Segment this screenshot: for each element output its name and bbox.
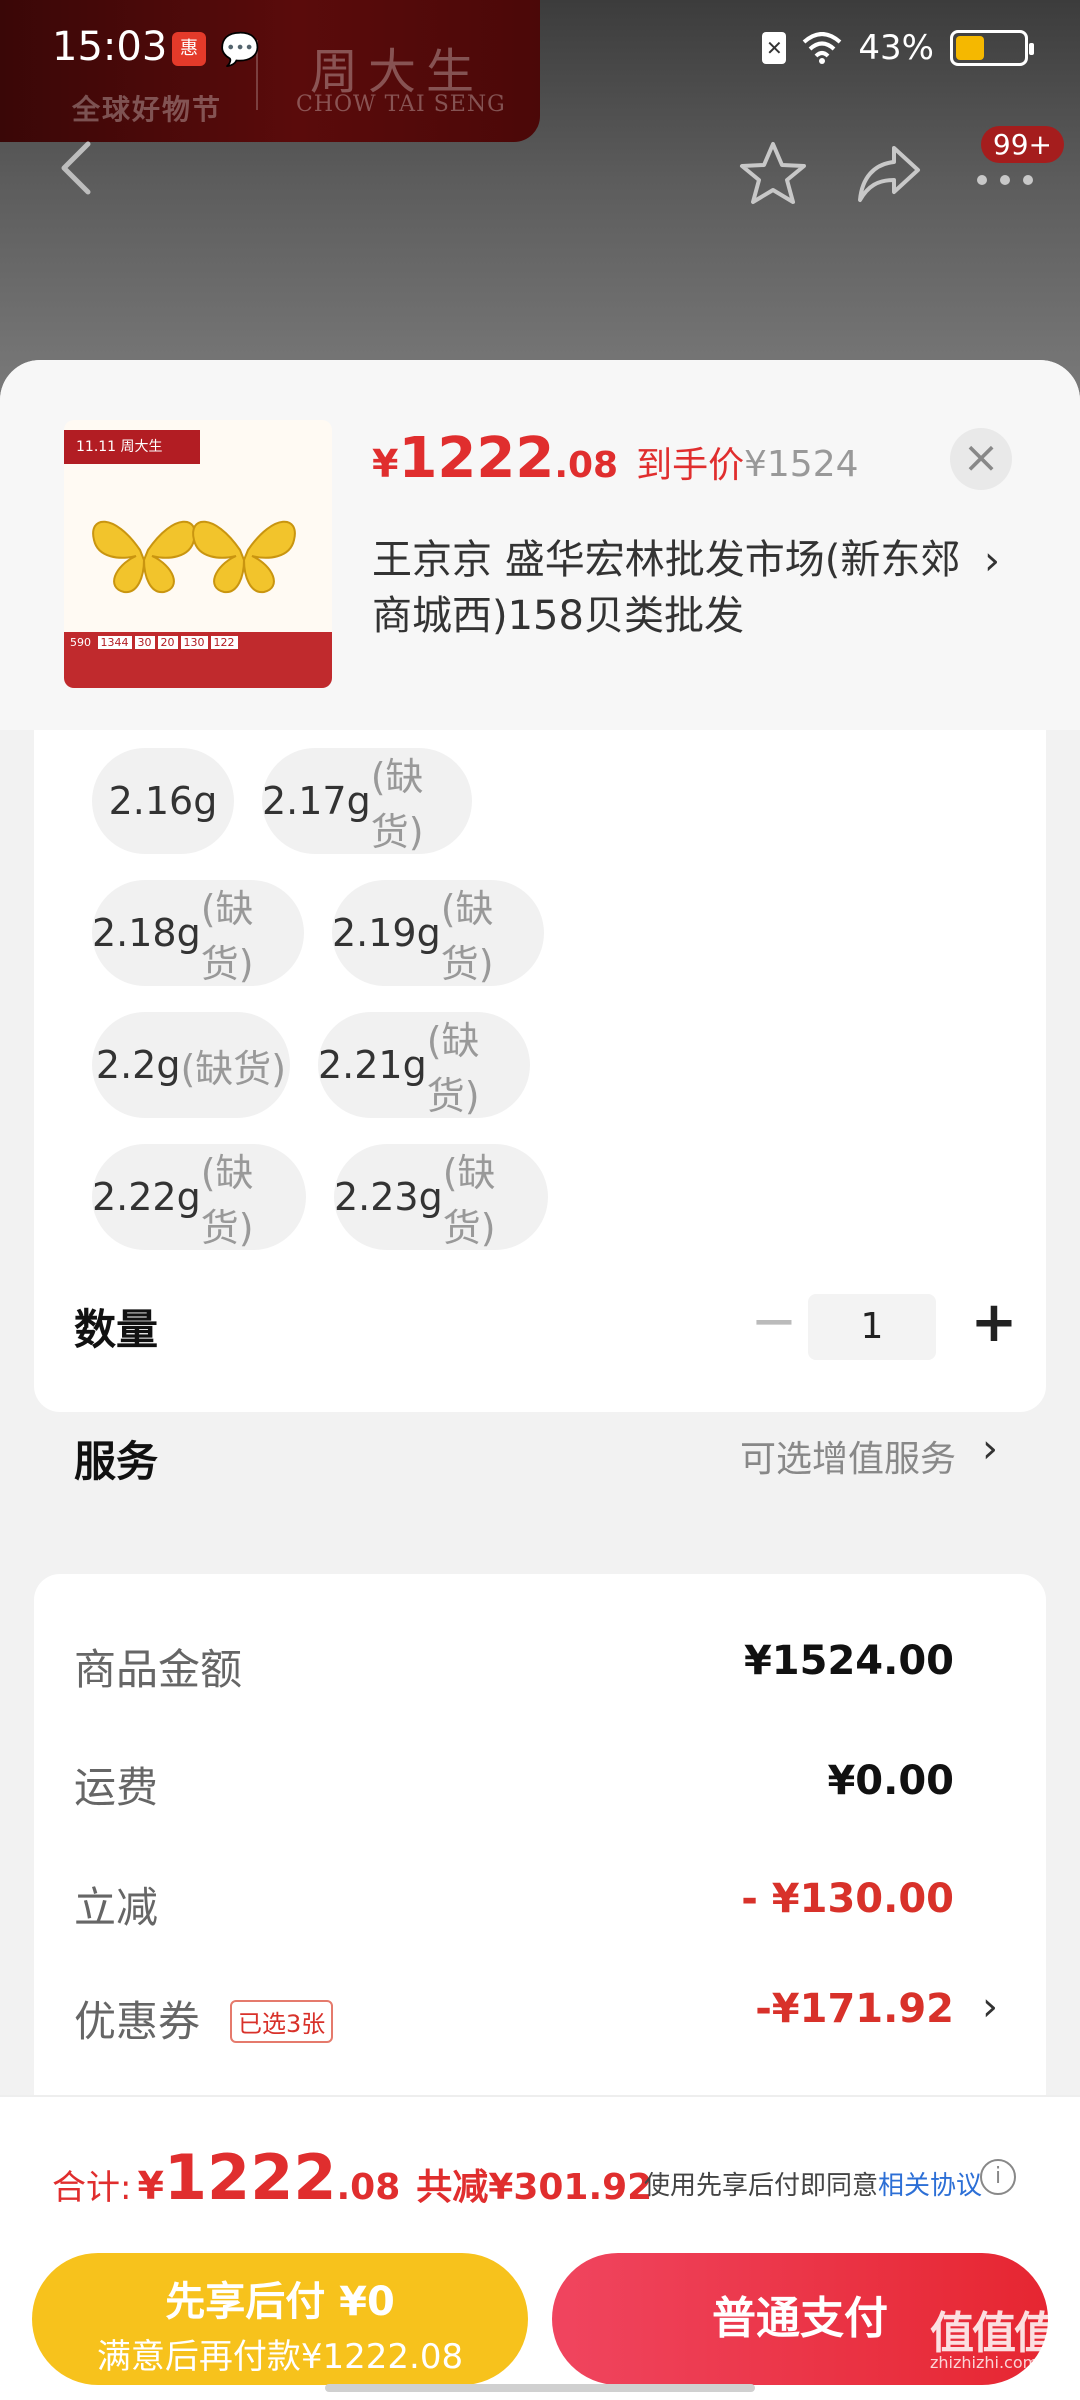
spec-chip[interactable]: 2.17g (缺货) — [262, 748, 472, 854]
spec-chip[interactable]: 2.18g (缺货) — [92, 880, 304, 986]
quantity-label: 数量 — [74, 1305, 159, 1354]
agreement-text: 使用先享后付即同意相关协议 — [644, 2165, 982, 2202]
coupon-value[interactable]: -¥171.92 — [755, 1986, 954, 2032]
coupon-label: 优惠券 — [74, 1997, 201, 2046]
shop-address[interactable]: 王京京 盛华宏林批发市场(新东郊商城西)158贝类批发 — [372, 532, 982, 644]
purchase-sheet: 11.11 周大生 590 1344 30 20 130 122 ¥ 1222 .08 … — [0, 360, 1080, 2400]
chevron-right-icon[interactable]: › — [982, 1426, 998, 1472]
spec-chip[interactable]: 2.22g (缺货) — [92, 1144, 306, 1250]
spec-status: (缺货) — [440, 887, 494, 986]
battery-fill — [956, 36, 985, 60]
spec-weight: 2.17g — [262, 779, 371, 823]
chevron-right-icon[interactable]: › — [982, 1984, 998, 2030]
spec-status: (缺货) — [180, 1046, 287, 1091]
spec-chip[interactable]: 2.19g (缺货) — [332, 880, 544, 986]
status-right: ✕ 43% — [762, 28, 1034, 68]
site-watermark: 值值值 — [930, 2308, 1058, 2359]
notification-badge: 99+ — [980, 126, 1064, 163]
discount-value: - ¥130.00 — [741, 1876, 954, 1922]
spec-chip[interactable]: 2.21g (缺货) — [318, 1012, 530, 1118]
service-value[interactable]: 可选增值服务 — [740, 1430, 956, 1482]
total-reduction: 共减¥301.92 — [416, 2167, 653, 2208]
product-image-promo: 590 1344 30 20 130 122 — [64, 632, 332, 688]
wechat-icon: 💬 — [220, 30, 260, 68]
pay-later-title: 先享后付 ¥0 — [165, 2279, 395, 2325]
total-decimal: .08 — [336, 2167, 401, 2208]
sheet-header: 11.11 周大生 590 1344 30 20 130 122 ¥ 1222 .08 … — [0, 360, 1080, 730]
coupon-count-tag: 已选3张 — [230, 2000, 334, 2043]
status-bar: 15:03 惠 💬 ✕ 43% — [0, 0, 1080, 100]
service-label: 服务 — [74, 1437, 159, 1486]
total-integer: 1222 — [163, 2141, 337, 2214]
goods-amount-value: ¥1524.00 — [743, 1638, 954, 1684]
total-currency: ¥ — [137, 2164, 164, 2208]
shopping-app-icon: 惠 — [172, 32, 206, 66]
site-watermark-url: zhizhizhi.com — [930, 2353, 1039, 2372]
original-price: ¥1524 — [744, 444, 859, 485]
quantity-minus-button[interactable]: − — [744, 1294, 804, 1354]
product-image: 11.11 周大生 590 1344 30 20 130 122 — [64, 420, 332, 688]
sim-icon: ✕ — [762, 32, 787, 64]
discount-label: 立减 — [74, 1883, 159, 1932]
pay-later-button[interactable]: 先享后付 ¥0 满意后再付款¥1222.08 — [32, 2253, 528, 2385]
checkout-bar: 合计: ¥ 1222 .08 共减¥301.92 使用先享后付即同意相关协议 i… — [0, 2095, 1080, 2400]
agreement-prefix: 使用先享后付即同意 — [644, 2171, 879, 2201]
quantity-input[interactable]: 1 — [808, 1294, 936, 1360]
total-label: 合计: — [52, 2168, 132, 2208]
spec-weight: 2.2g — [95, 1043, 181, 1087]
pay-later-subtitle: 满意后再付款¥1222.08 — [96, 2337, 464, 2377]
share-icon[interactable] — [854, 140, 924, 206]
close-button[interactable]: × — [950, 428, 1012, 490]
spec-weight: 2.22g — [92, 1175, 201, 1219]
final-price: ¥ 1222 .08 到手价 — [372, 426, 744, 491]
battery-percent: 43% — [858, 28, 934, 68]
favorite-star-icon[interactable] — [738, 140, 808, 206]
spec-chip[interactable]: 2.2g (缺货) — [92, 1012, 290, 1118]
quantity-plus-button[interactable]: + — [964, 1290, 1024, 1355]
goods-amount-label: 商品金额 — [74, 1645, 243, 1694]
status-time: 15:03 — [52, 24, 168, 70]
spec-status: (缺货) — [200, 887, 254, 986]
shipping-label: 运费 — [74, 1763, 159, 1812]
spec-weight: 2.19g — [332, 911, 441, 955]
spec-status: (缺货) — [426, 1019, 480, 1118]
wifi-icon — [803, 32, 842, 64]
spec-status: (缺货) — [370, 755, 424, 854]
chevron-right-icon[interactable]: › — [984, 538, 1000, 584]
price-label: 到手价 — [636, 445, 745, 486]
spec-weight: 2.23g — [334, 1175, 443, 1219]
price-decimal: .08 — [554, 445, 619, 486]
spec-chip[interactable]: 2.23g (缺货) — [334, 1144, 548, 1250]
home-indicator[interactable] — [325, 2384, 755, 2392]
shipping-value: ¥0.00 — [827, 1758, 954, 1804]
agreement-link[interactable]: 相关协议 — [878, 2171, 982, 2201]
price-summary-card: 商品金额 ¥1524.00 运费 ¥0.00 立减 - ¥130.00 优惠券 … — [34, 1574, 1046, 2134]
spec-weight: 2.21g — [318, 1043, 427, 1087]
spec-card: 2.16g 2.17g (缺货) 2.18g (缺货) 2.19g (缺货) 2.2g… — [34, 730, 1046, 1486]
info-icon[interactable]: i — [980, 2159, 1016, 2195]
spec-weight: 2.16g — [108, 779, 218, 823]
total-price: 合计: ¥ 1222 .08 共减¥301.92 — [52, 2141, 652, 2214]
price-currency: ¥ — [372, 442, 399, 486]
spec-weight: 2.18g — [92, 911, 201, 955]
spec-chip[interactable]: 2.16g — [92, 748, 234, 854]
back-icon[interactable] — [56, 138, 96, 198]
battery-icon — [950, 30, 1034, 66]
spec-status: (缺货) — [442, 1151, 496, 1250]
spec-status: (缺货) — [200, 1151, 254, 1250]
price-integer: 1222 — [398, 426, 555, 491]
